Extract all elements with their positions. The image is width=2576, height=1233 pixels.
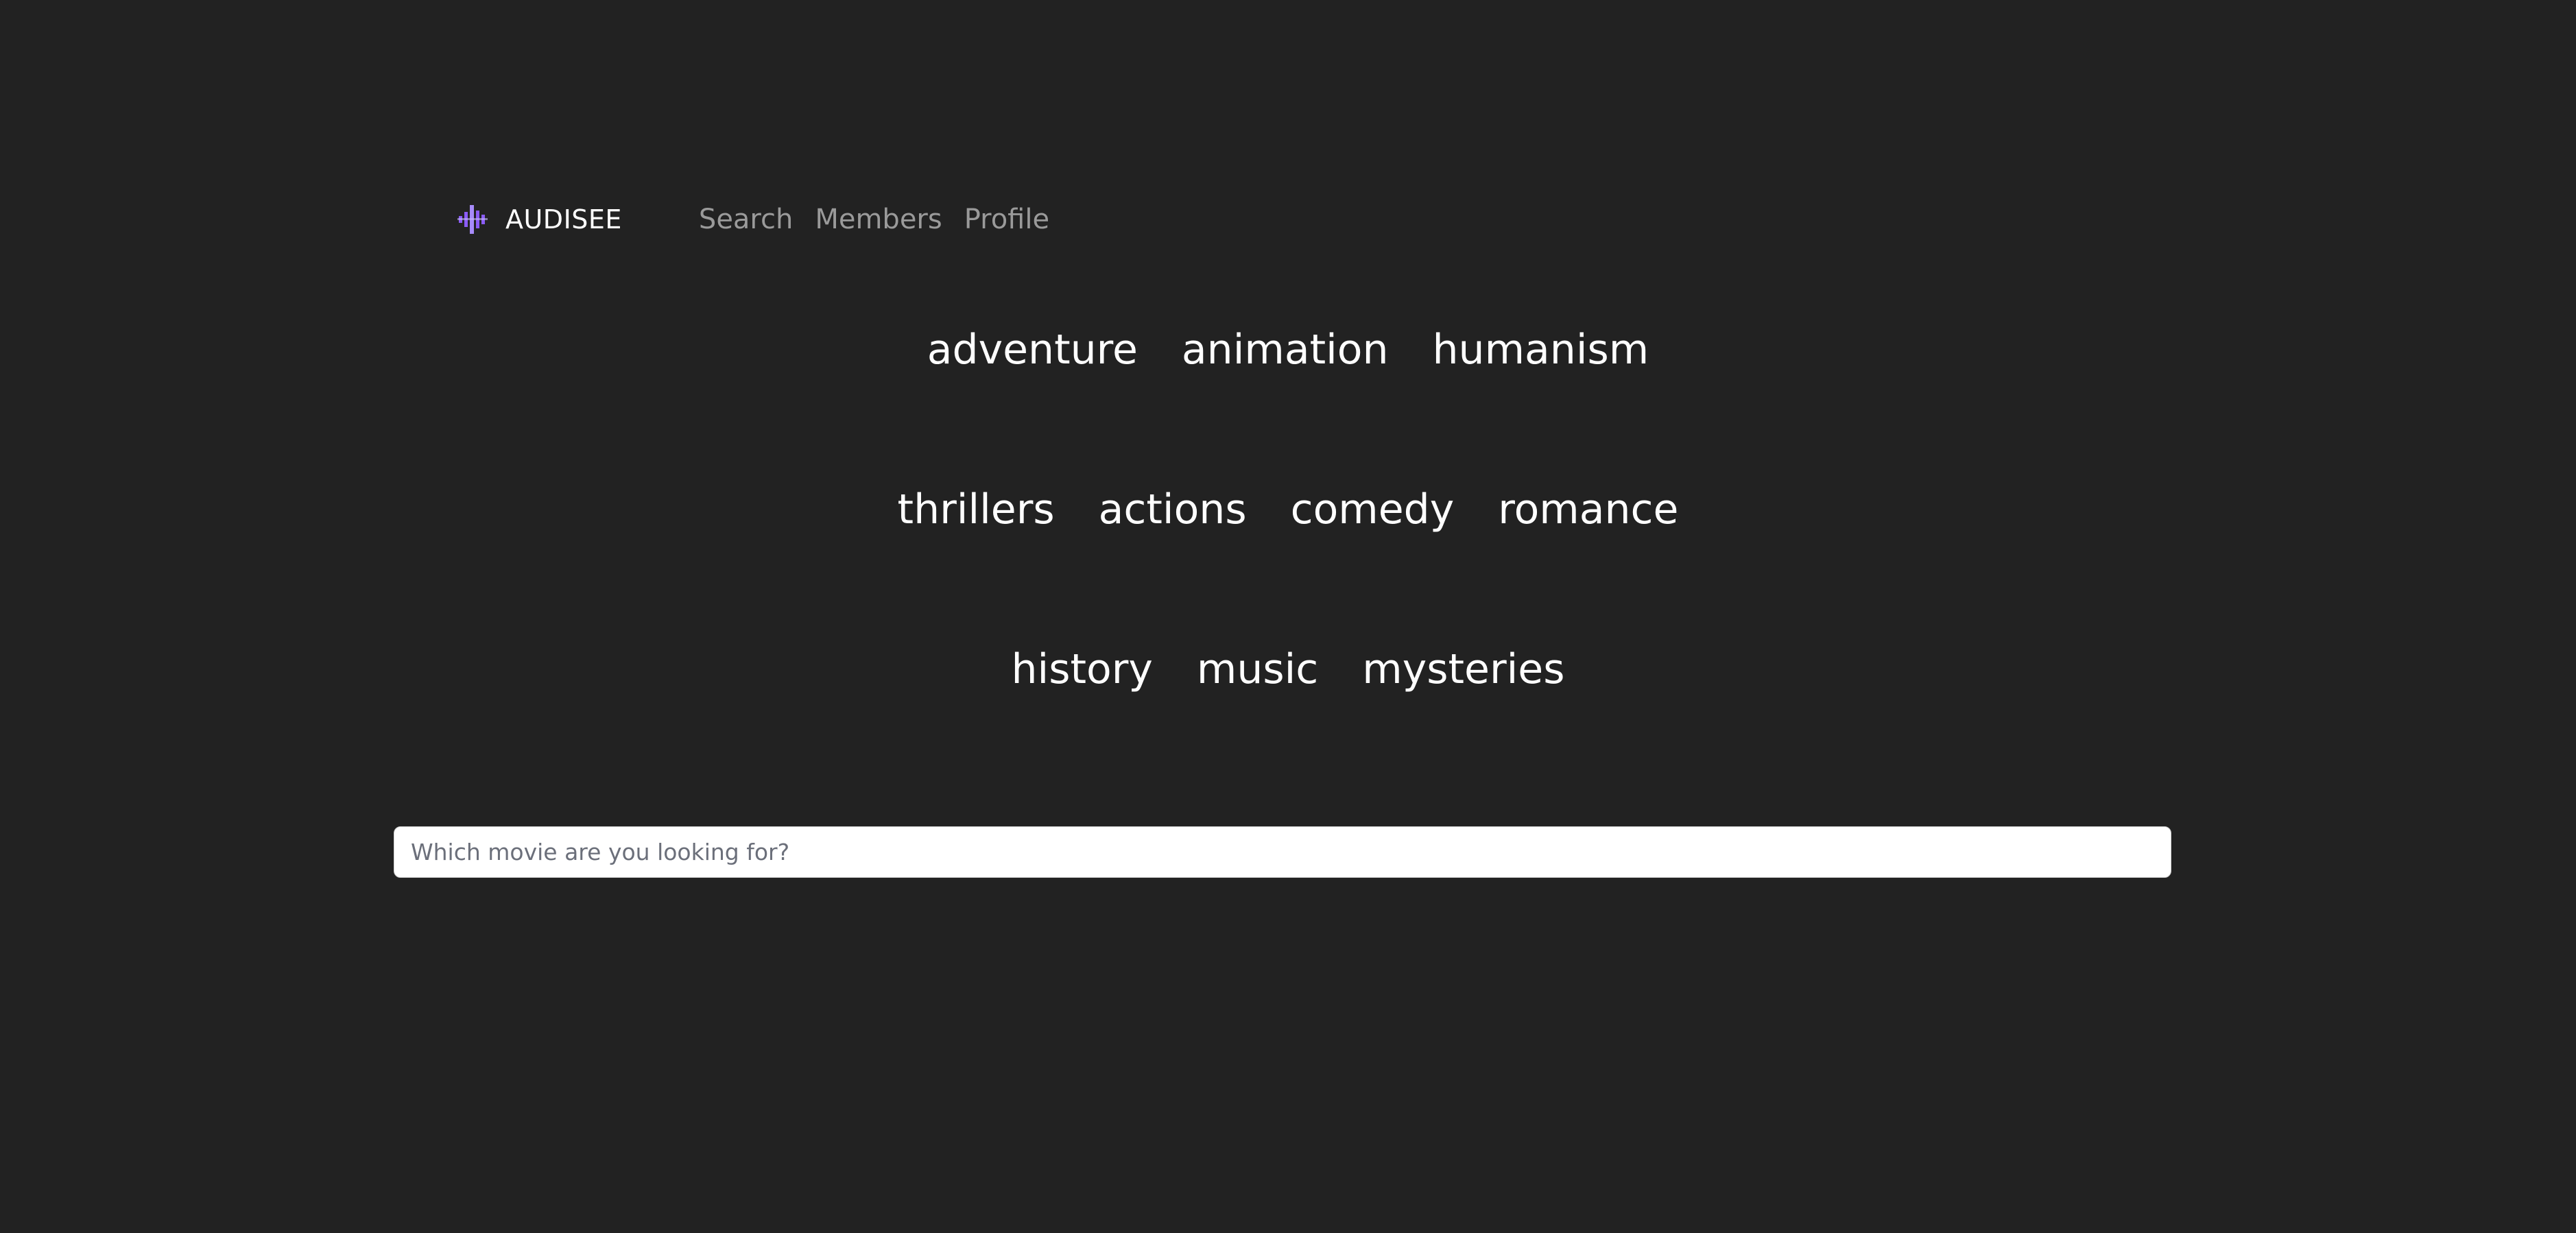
nav-link-profile[interactable]: Profile	[964, 204, 1049, 235]
genre-list: adventure animation humanism thrillers a…	[0, 326, 2576, 805]
genre-mysteries[interactable]: mysteries	[1362, 645, 1564, 693]
genre-history[interactable]: history	[1012, 645, 1153, 693]
genre-row: history music mysteries	[0, 645, 2576, 805]
genre-comedy[interactable]: comedy	[1291, 486, 1455, 534]
genre-humanism[interactable]: humanism	[1433, 326, 1649, 374]
equalizer-icon	[457, 205, 488, 234]
genre-thrillers[interactable]: thrillers	[898, 486, 1055, 534]
movie-search-container	[394, 826, 2171, 878]
genre-row: adventure animation humanism	[0, 326, 2576, 486]
genre-romance[interactable]: romance	[1498, 486, 1678, 534]
nav-link-members[interactable]: Members	[815, 204, 942, 235]
genre-row: thrillers actions comedy romance	[0, 486, 2576, 645]
brand-logo-link[interactable]: AUDISEE	[457, 201, 622, 238]
genre-animation[interactable]: animation	[1182, 326, 1389, 374]
page: AUDISEE Search Members Profile adventure…	[0, 0, 2576, 1233]
top-navbar: AUDISEE Search Members Profile	[457, 197, 1071, 241]
brand-name: AUDISEE	[505, 204, 622, 235]
genre-music[interactable]: music	[1197, 645, 1318, 693]
genre-adventure[interactable]: adventure	[927, 326, 1138, 374]
main-nav: Search Members Profile	[699, 204, 1071, 235]
nav-link-search[interactable]: Search	[699, 204, 793, 235]
genre-actions[interactable]: actions	[1099, 486, 1247, 534]
movie-search-input[interactable]	[394, 826, 2171, 878]
